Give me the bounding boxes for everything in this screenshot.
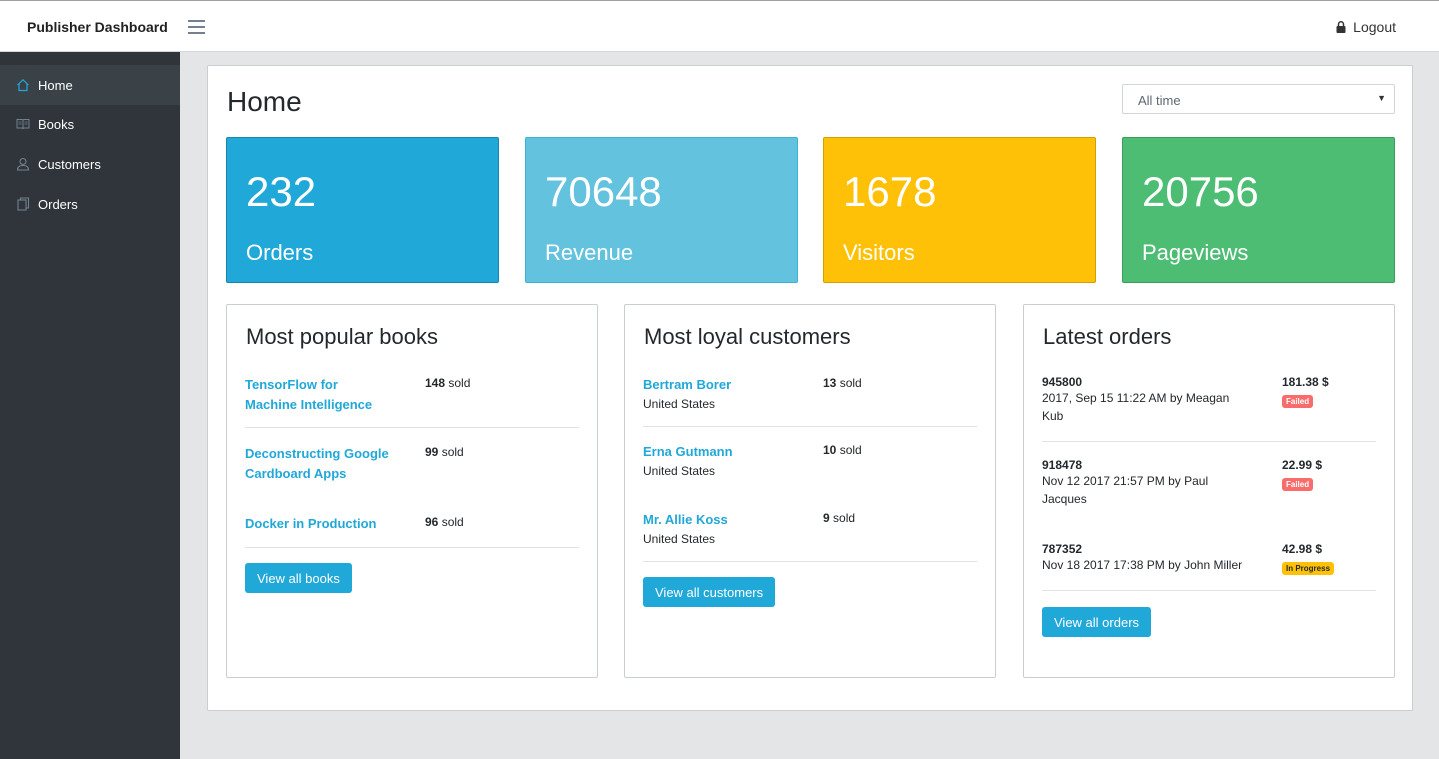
sidebar-item-label: Customers: [38, 156, 101, 172]
brand-title[interactable]: Publisher Dashboard: [27, 19, 168, 35]
order-item: 918478 Nov 12 2017 21:57 PM by Paul Jacqu…: [1042, 458, 1376, 508]
menu-toggle-icon[interactable]: [188, 20, 205, 34]
status-badge: In Progress: [1282, 562, 1335, 575]
order-id[interactable]: 787352: [1042, 542, 1376, 556]
main-card: Home All time ▼ 232 Orders 70648 Revenue…: [207, 65, 1413, 711]
list-item: Docker in Production 96 sold: [245, 514, 579, 548]
stat-value: 232: [246, 168, 317, 215]
order-item: 787352 Nov 18 2017 17:38 PM by John Mill…: [1042, 542, 1376, 591]
stat-label: Orders: [246, 240, 314, 265]
customer-link[interactable]: Erna Gutmann: [643, 444, 733, 459]
customer-country: United States: [643, 397, 716, 411]
order-meta: Nov 12 2017 21:57 PM by Paul Jacques: [1042, 474, 1209, 506]
order-price: 22.99 $: [1282, 458, 1323, 472]
customer-link[interactable]: Bertram Borer: [643, 377, 731, 392]
stat-value: 20756: [1142, 168, 1259, 215]
view-all-customers-button[interactable]: View all customers: [643, 577, 776, 607]
divider: [245, 427, 579, 428]
divider: [643, 561, 977, 562]
sold-count: 13 sold: [823, 376, 862, 390]
status-badge: Failed: [1282, 478, 1314, 491]
user-icon: [16, 157, 30, 171]
page-title: Home: [227, 86, 302, 117]
customer-link[interactable]: Mr. Allie Koss: [643, 512, 728, 527]
divider: [1042, 590, 1376, 591]
stat-pageviews[interactable]: 20756 Pageviews: [1122, 137, 1395, 283]
sidebar-item-books[interactable]: Books: [0, 104, 180, 144]
sidebar-item-label: Home: [38, 77, 73, 93]
sidebar: Home Books Customers Orders: [0, 52, 180, 759]
book-link[interactable]: Deconstructing Google Cardboard Apps: [245, 446, 389, 481]
order-price: 181.38 $: [1282, 375, 1329, 389]
order-item: 945800 2017, Sep 15 11:22 AM by Meagan Ku…: [1042, 375, 1376, 442]
popular-books-panel: Most popular books TensorFlow for Machine…: [226, 304, 598, 678]
order-price: 42.98 $: [1282, 542, 1323, 556]
order-meta: 2017, Sep 15 11:22 AM by Meagan Kub: [1042, 391, 1230, 423]
loyal-customers-panel: Most loyal customers Bertram Borer Unite…: [624, 304, 996, 678]
sidebar-item-customers[interactable]: Customers: [0, 144, 180, 184]
period-select-value: All time: [1138, 93, 1181, 108]
list-item: TensorFlow for Machine Intelligence 148 s…: [245, 375, 579, 428]
order-id[interactable]: 918478: [1042, 458, 1376, 472]
sold-count: 99 sold: [425, 445, 464, 459]
home-icon: [17, 78, 29, 92]
sold-count: 148 sold: [425, 376, 471, 390]
sold-count: 10 sold: [823, 443, 862, 457]
panel-title: Most loyal customers: [644, 324, 851, 349]
list-item: Mr. Allie Koss United States 9 sold: [643, 510, 977, 562]
status-badge: Failed: [1282, 395, 1314, 408]
stat-value: 70648: [545, 168, 662, 215]
sidebar-item-orders[interactable]: Orders: [0, 184, 180, 224]
view-all-books-button[interactable]: View all books: [245, 563, 352, 593]
stat-label: Revenue: [545, 240, 634, 265]
list-item: Bertram Borer United States 13 sold: [643, 375, 977, 427]
sidebar-item-label: Orders: [38, 196, 78, 212]
book-link[interactable]: Docker in Production: [245, 516, 376, 531]
book-icon: [16, 119, 30, 130]
sold-count: 96 sold: [425, 515, 464, 529]
sidebar-item-home[interactable]: Home: [0, 65, 180, 105]
stat-label: Visitors: [843, 240, 915, 265]
sold-count: 9 sold: [823, 511, 856, 525]
logout-button[interactable]: Logout: [1336, 19, 1396, 35]
panel-title: Latest orders: [1043, 324, 1172, 349]
list-item: Erna Gutmann United States 10 sold: [643, 442, 977, 480]
logout-label: Logout: [1353, 19, 1396, 35]
divider: [1042, 441, 1376, 442]
divider: [245, 547, 579, 548]
stat-orders[interactable]: 232 Orders: [226, 137, 499, 283]
view-all-orders-button[interactable]: View all orders: [1042, 607, 1152, 637]
stat-label: Pageviews: [1142, 240, 1249, 265]
list-item: Deconstructing Google Cardboard Apps 99 s…: [245, 444, 579, 484]
latest-orders-panel: Latest orders 945800 2017, Sep 15 11:22 …: [1023, 304, 1395, 678]
stat-value: 1678: [843, 168, 937, 215]
panel-title: Most popular books: [246, 324, 438, 349]
divider: [643, 426, 977, 427]
caret-down-icon: ▼: [1377, 93, 1386, 103]
period-select[interactable]: All time ▼: [1122, 84, 1395, 114]
sidebar-item-label: Books: [38, 116, 75, 132]
document-icon: [17, 197, 30, 211]
customer-country: United States: [643, 464, 716, 478]
top-navbar: Publisher Dashboard Logout: [0, 0, 1439, 52]
customer-country: United States: [643, 532, 716, 546]
stat-visitors[interactable]: 1678 Visitors: [823, 137, 1096, 283]
stat-revenue[interactable]: 70648 Revenue: [525, 137, 798, 283]
lock-icon: [1336, 21, 1346, 33]
book-link[interactable]: TensorFlow for Machine Intelligence: [245, 377, 372, 412]
